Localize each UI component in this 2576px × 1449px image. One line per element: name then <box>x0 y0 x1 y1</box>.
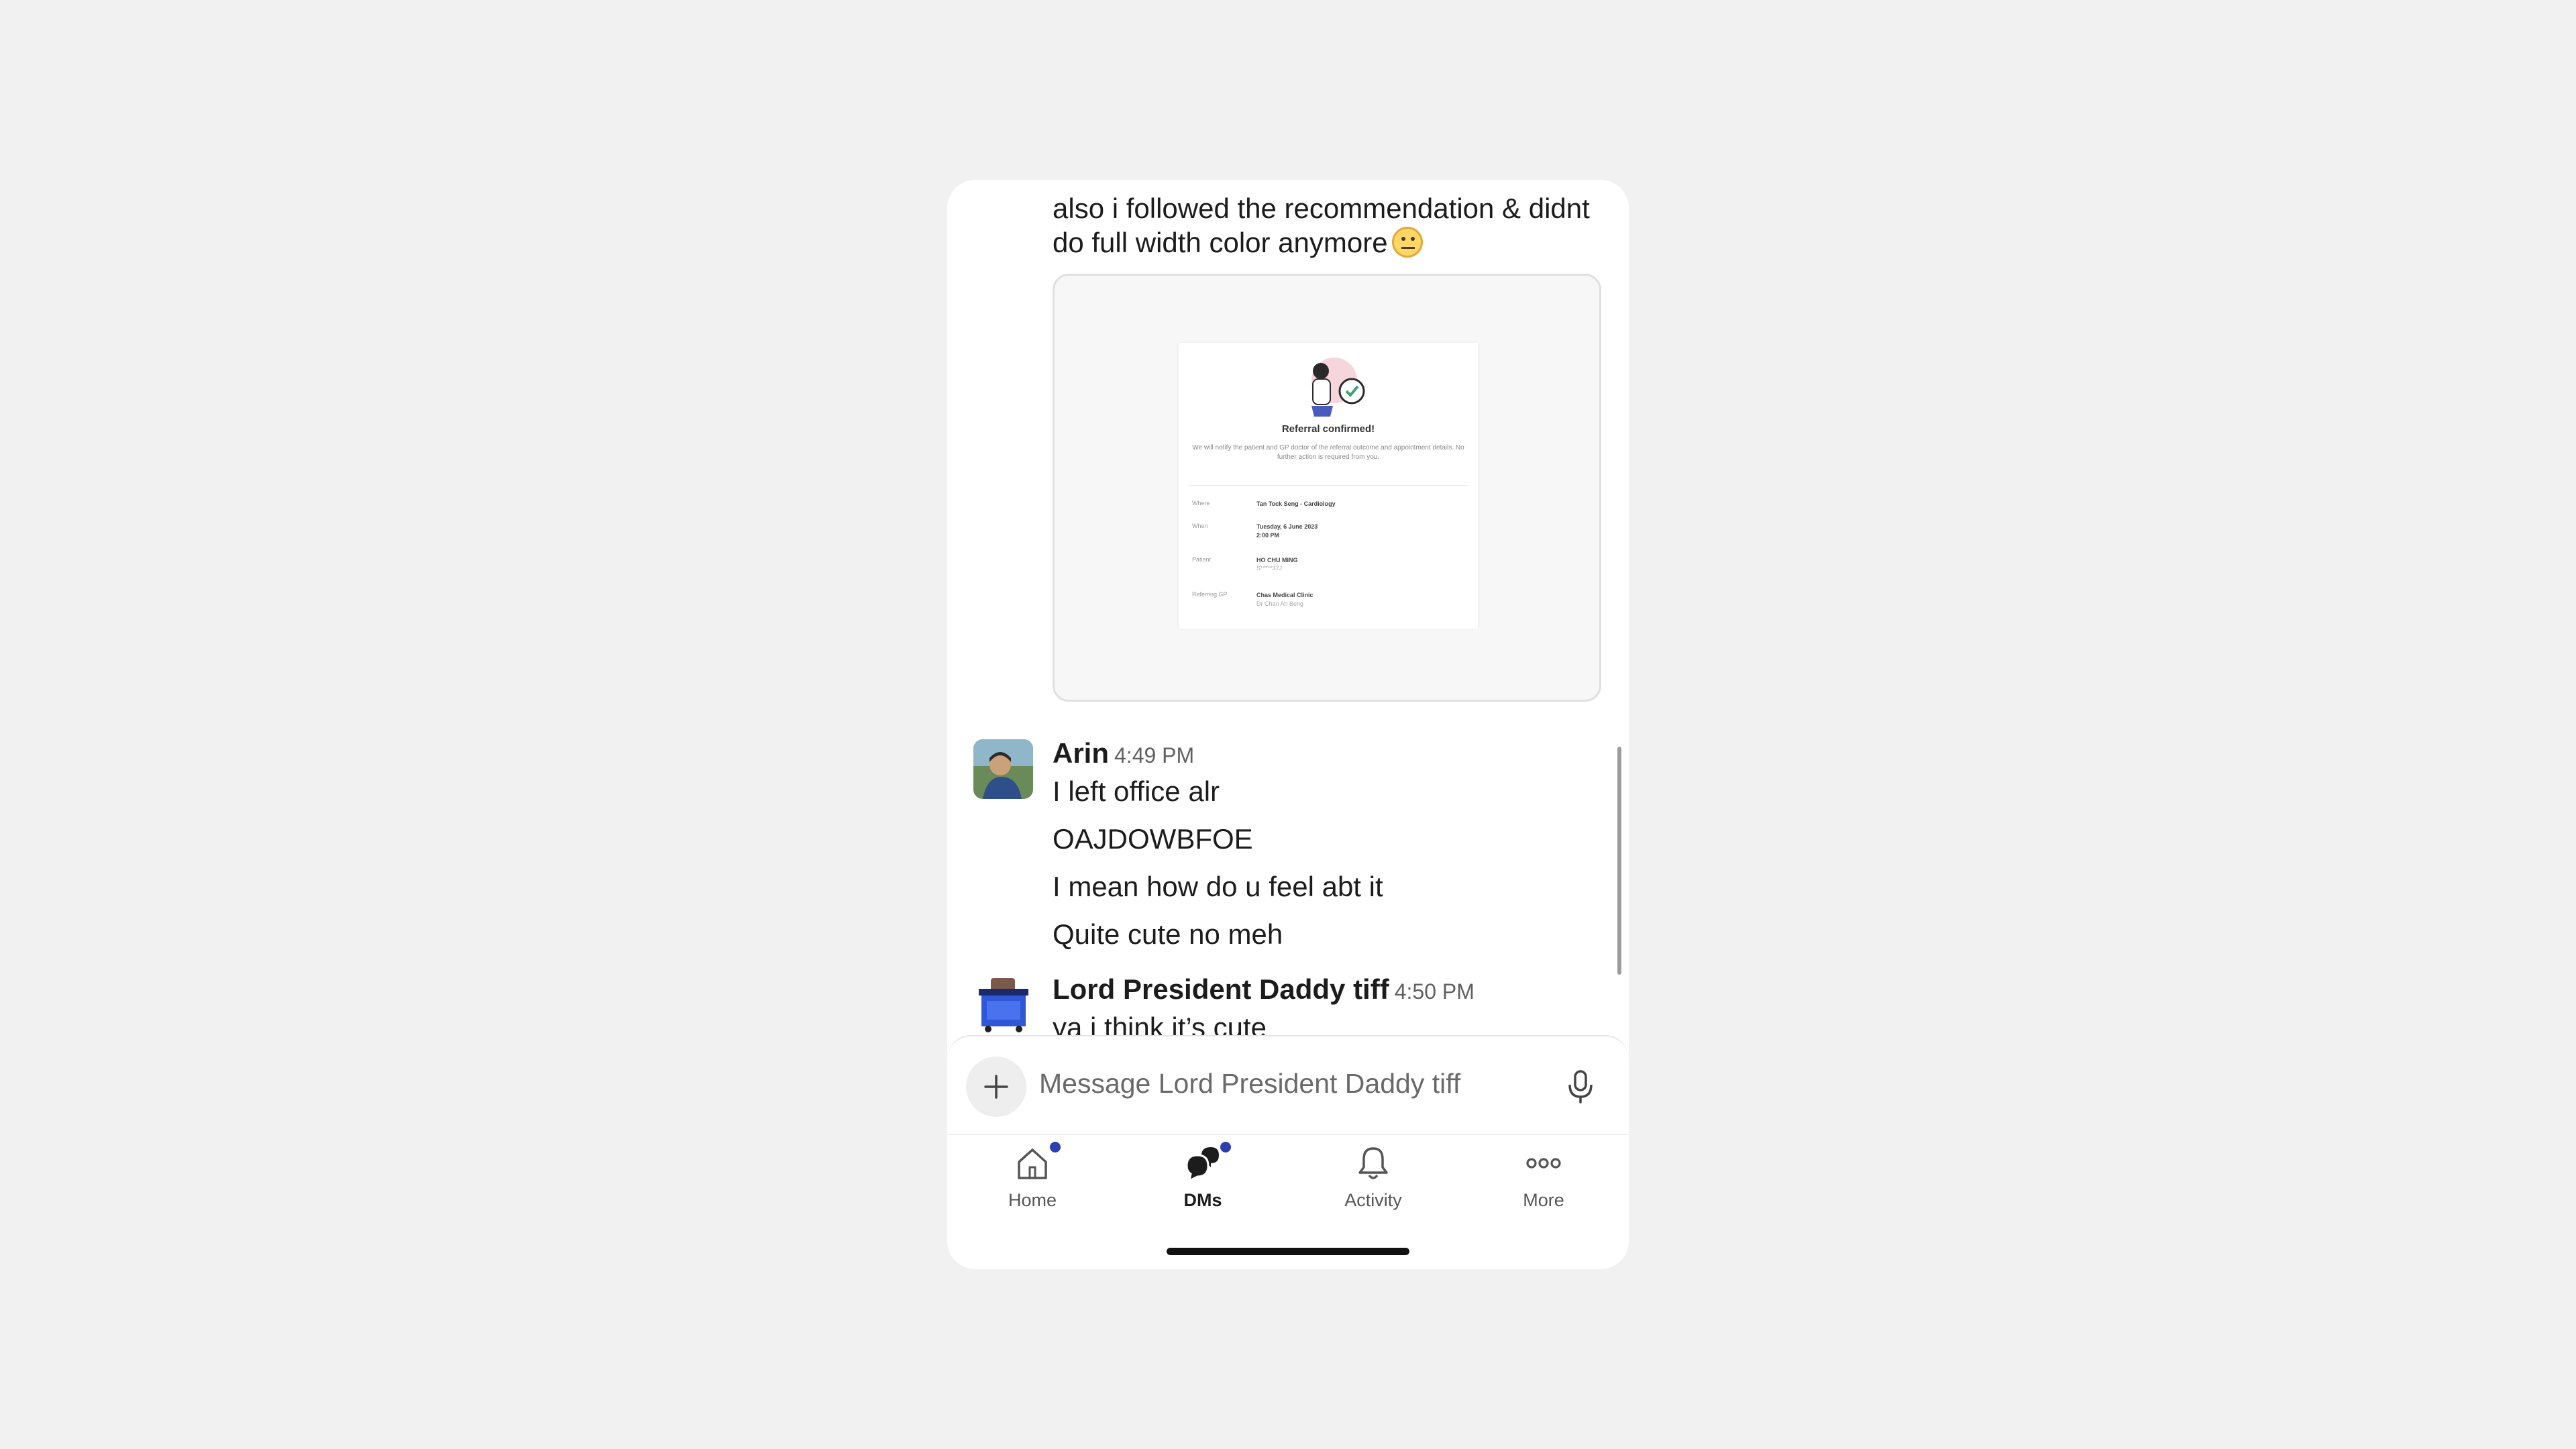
row-label: Patient <box>1192 556 1212 563</box>
tab-activity[interactable]: Activity <box>1313 1135 1434 1216</box>
message-header-tiff: Lord President Daddy tiff 4:50 PM <box>1053 973 1474 1013</box>
tab-label: More <box>1523 1190 1564 1210</box>
row-label: When <box>1192 523 1208 529</box>
avatar-tiff[interactable] <box>973 974 1033 1034</box>
bottom-tab-bar: Home DMs Activity More <box>947 1134 1629 1214</box>
sender-name[interactable]: Arin <box>1053 737 1109 769</box>
divider <box>1189 485 1467 486</box>
sender-name[interactable]: Lord President Daddy tiff <box>1053 973 1389 1005</box>
row-value: Tuesday, 6 June 2023 <box>1256 523 1318 530</box>
row-value: Chas Medical Clinic <box>1256 592 1313 598</box>
card-title: Referral confirmed! <box>1281 423 1375 435</box>
neutral-face-emoji-icon <box>1391 227 1423 258</box>
row-subvalue: Dr Chan Ah Beng <box>1256 600 1304 607</box>
home-icon <box>1018 1148 1047 1179</box>
avatar-photo <box>973 739 1033 799</box>
plus-icon <box>984 1075 1008 1099</box>
row-label: Where <box>1192 500 1210 506</box>
dms-icon <box>1185 1147 1219 1182</box>
timestamp: 4:50 PM <box>1394 979 1474 1004</box>
microphone-icon[interactable] <box>1566 1069 1595 1105</box>
message-text: I mean how do u feel abt it <box>1053 871 1383 902</box>
avatar-arin[interactable] <box>973 739 1033 799</box>
message-list[interactable]: also i followed the recommendation & did… <box>947 180 1629 1035</box>
row-value: 2:00 PM <box>1256 532 1280 539</box>
card-description: We will notify the patient and GP doctor… <box>1192 444 1464 461</box>
tab-label: Activity <box>1344 1190 1402 1210</box>
row-value: HO CHU MING <box>1256 557 1298 564</box>
message-text: ya i think it’s cute <box>1053 1012 1267 1035</box>
more-icon <box>1526 1158 1561 1169</box>
message-input[interactable] <box>1039 1063 1536 1104</box>
unread-badge <box>1220 1142 1231 1152</box>
row-subvalue: S*****37J <box>1256 565 1283 572</box>
add-attachment-button[interactable] <box>966 1057 1026 1117</box>
phone-frame: also i followed the recommendation & did… <box>947 180 1629 1269</box>
tab-home[interactable]: Home <box>972 1135 1093 1216</box>
message-body: also i followed the recommendation & did… <box>1053 193 1590 258</box>
message-text: I left office alr <box>1053 775 1220 807</box>
message-composer <box>947 1035 1629 1134</box>
unread-badge <box>1050 1142 1061 1152</box>
tab-label: DMs <box>1183 1190 1222 1210</box>
row-label: Referring GP <box>1192 591 1228 598</box>
message-text: Quite cute no meh <box>1053 918 1283 950</box>
row-value: Tan Tock Seng - Cardiology <box>1256 500 1336 507</box>
message-header-arin: Arin 4:49 PM <box>1053 737 1194 777</box>
home-indicator <box>1167 1248 1409 1255</box>
referral-screenshot: Referral confirmed! We will notify the p… <box>1179 343 1478 629</box>
referral-illustration-icon <box>1311 358 1365 417</box>
message-text-previous: also i followed the recommendation & did… <box>1053 191 1609 260</box>
message-text: OAJDOWBFOE <box>1053 823 1253 855</box>
tab-dms[interactable]: DMs <box>1142 1135 1263 1216</box>
tab-more[interactable]: More <box>1483 1135 1604 1216</box>
bell-icon <box>1358 1147 1388 1179</box>
image-attachment[interactable]: Referral confirmed! We will notify the p… <box>1053 274 1601 702</box>
timestamp: 4:49 PM <box>1114 743 1195 767</box>
scrollbar[interactable] <box>1617 747 1621 975</box>
tab-label: Home <box>1008 1190 1057 1210</box>
avatar-photo <box>973 974 1033 1034</box>
